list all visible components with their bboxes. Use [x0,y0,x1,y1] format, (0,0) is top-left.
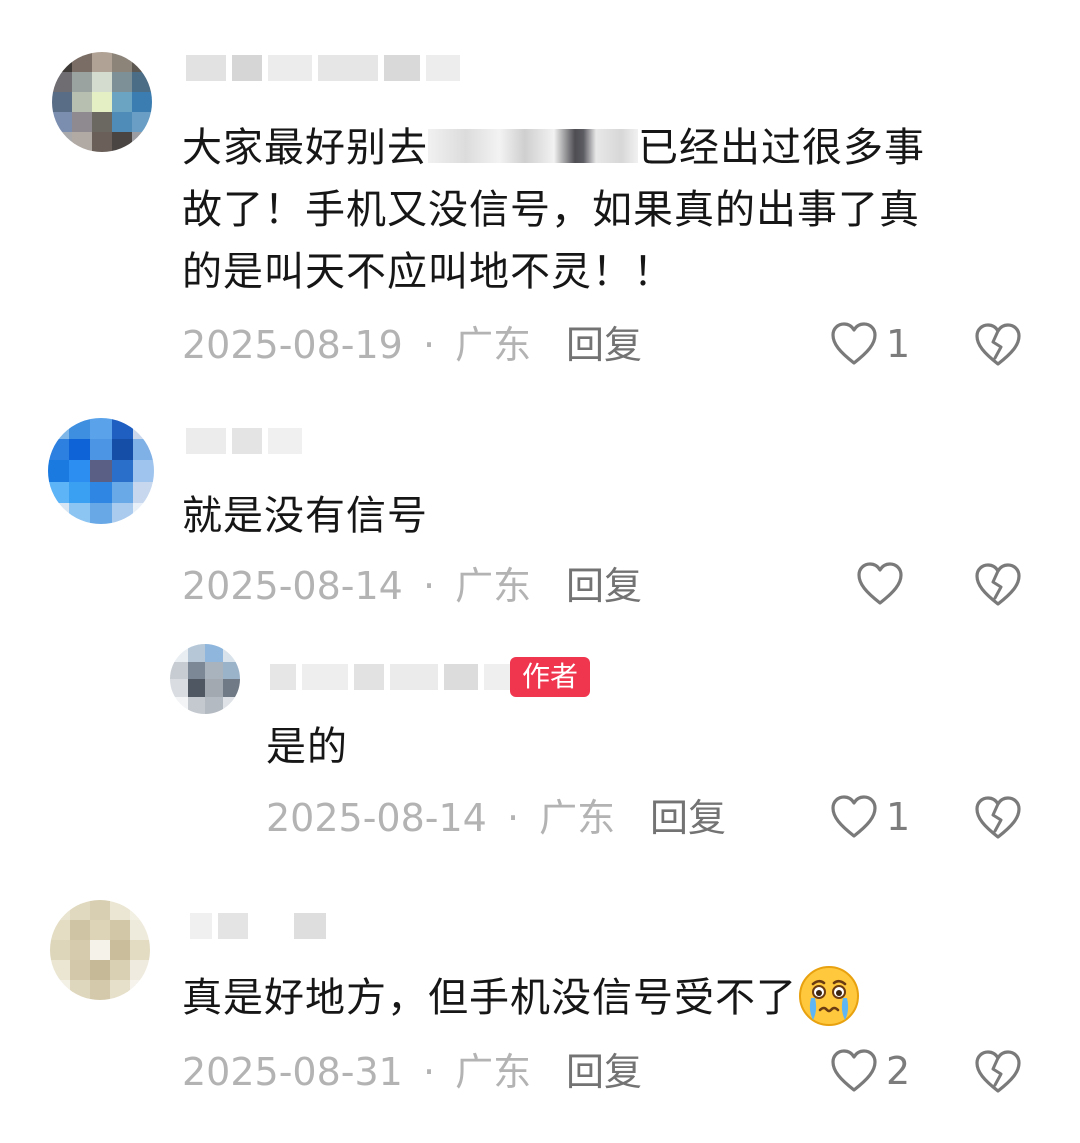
comment-location: 广东 [455,564,532,608]
comment-text-line3: 的是叫天不应叫地不灵！！ [182,249,674,295]
broken-heart-icon[interactable] [974,1048,1022,1096]
like-count: 1 [886,795,911,839]
broken-heart-icon[interactable] [974,561,1022,609]
heart-icon [831,322,877,365]
like-button[interactable] [856,561,912,607]
meta-separator: · [422,323,436,367]
broken-heart-icon[interactable] [974,321,1022,369]
like-button[interactable]: 1 [830,794,910,840]
reply-button[interactable]: 回复 [650,796,726,840]
heart-icon [831,1049,877,1092]
comment-text: 就是没有信号 [182,493,428,539]
avatar[interactable] [48,418,154,524]
avatar[interactable] [52,52,152,152]
comment-text-before: 大家最好别去 [182,125,428,171]
username-redacted[interactable] [270,664,512,690]
avatar[interactable] [170,644,240,714]
like-button[interactable]: 2 [830,1048,910,1094]
comment-text-body: 真是好地方，但手机没信号受不了 [182,975,797,1021]
like-button[interactable]: 1 [830,321,910,367]
avatar[interactable] [50,900,150,1000]
comment-date: 2025-08-31 [182,1050,403,1094]
crying-face-emoji [799,966,859,1026]
comment-location: 广东 [539,796,616,840]
comment-text-line2: 故了！手机又没信号，如果真的出事了真 [182,187,920,233]
comment-text: 是的 [266,724,348,770]
username-redacted[interactable] [186,428,302,454]
meta-separator: · [506,796,520,840]
author-badge: 作者 [510,657,591,697]
comment-meta: 2025-08-14 · 广东 [182,564,531,608]
comment-meta: 2025-08-19 · 广东 [182,323,531,367]
username-redacted[interactable] [186,55,460,81]
comment-location: 广东 [455,1050,532,1094]
comment-meta: 2025-08-14 · 广东 [266,796,615,840]
heart-icon [857,562,903,605]
username-redacted[interactable] [190,913,326,939]
reply-button[interactable]: 回复 [566,1050,642,1094]
comment-text: 真是好地方，但手机没信号受不了 [182,966,861,1029]
meta-separator: · [422,1050,436,1094]
heart-icon [831,795,877,838]
reply-button[interactable]: 回复 [566,323,642,367]
like-count: 1 [886,322,911,366]
meta-separator: · [422,564,436,608]
comment-date: 2025-08-14 [266,796,487,840]
comment-text-after: 已经出过很多事 [638,125,925,171]
comment-location: 广东 [455,323,532,367]
redacted-place-name [428,129,638,163]
comment-date: 2025-08-19 [182,323,403,367]
broken-heart-icon[interactable] [974,794,1022,842]
comment-meta: 2025-08-31 · 广东 [182,1050,531,1094]
reply-button[interactable]: 回复 [566,564,642,608]
like-count: 2 [886,1049,911,1093]
comment-text: 大家最好别去 已经出过很多事 [182,117,925,179]
comment-date: 2025-08-14 [182,564,403,608]
